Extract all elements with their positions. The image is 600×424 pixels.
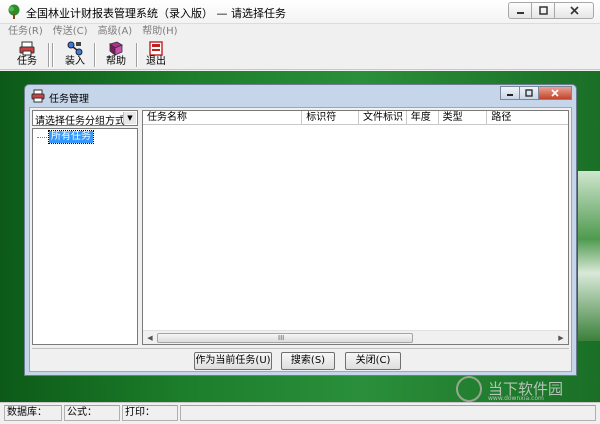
task-manager-dialog: 任务管理 请选择任务分组方式 ▼ 所有任务 任务名称 标识符 文件标识 年度 类…: [24, 84, 577, 376]
minimize-icon: [516, 12, 524, 14]
close-window-button[interactable]: [554, 2, 594, 19]
dialog-body: 请选择任务分组方式 ▼ 所有任务 任务名称 标识符 文件标识 年度 类型 路径 …: [29, 107, 572, 372]
menu-bar: 任务(R) 传送(C) 高级(A) 帮助(H): [0, 24, 600, 40]
chevron-down-icon[interactable]: ▼: [123, 112, 136, 124]
status-bar: 数据库： 公式： 打印：: [0, 402, 600, 424]
column-task-name[interactable]: 任务名称: [143, 111, 303, 125]
exit-door-icon: [149, 41, 163, 56]
watermark-logo-icon: [456, 376, 482, 402]
dialog-restore-button[interactable]: [519, 86, 539, 100]
dialog-button-bar: 作为当前任务(U) 搜索(S) 关闭(C): [32, 348, 569, 370]
task-tool-button[interactable]: 任务: [10, 41, 44, 69]
dialog-titlebar[interactable]: 任务管理: [25, 85, 576, 107]
tree-connector: [37, 136, 47, 138]
close-icon: [551, 89, 559, 97]
maximize-button[interactable]: [531, 2, 555, 19]
scroll-right-icon[interactable]: ▶: [555, 332, 567, 344]
search-button[interactable]: 搜索(S): [281, 352, 335, 370]
column-type[interactable]: 类型: [439, 111, 488, 125]
column-file-id[interactable]: 文件标识: [359, 111, 407, 125]
load-tool-label: 装入: [65, 56, 85, 67]
close-icon: [569, 6, 579, 15]
watermark-url: www.downxia.com: [488, 395, 544, 402]
dialog-window-controls: [500, 86, 572, 100]
exit-tool-label: 退出: [146, 56, 166, 67]
menu-help[interactable]: 帮助(H): [142, 24, 177, 40]
printer-icon: [31, 89, 45, 103]
window-title: 全国林业计财报表管理系统（录入版） — 请选择任务: [26, 7, 286, 20]
forest-photo-strip: [578, 171, 600, 341]
tree-icon: [8, 4, 20, 19]
scroll-thumb[interactable]: III: [157, 333, 413, 343]
help-tool-button[interactable]: 帮助: [99, 41, 133, 69]
connect-icon: [67, 41, 83, 56]
dialog-close-button[interactable]: [538, 86, 572, 100]
toolbar: 任务 装入 帮助 退出: [0, 40, 600, 70]
menu-transfer[interactable]: 传送(C): [53, 24, 88, 40]
window-controls: [508, 2, 594, 19]
help-tool-label: 帮助: [106, 56, 126, 67]
load-tool-button[interactable]: 装入: [58, 41, 92, 69]
set-current-task-button[interactable]: 作为当前任务(U): [194, 352, 272, 370]
watermark: 当下软件园 www.downxia.com: [456, 376, 596, 402]
restore-icon: [525, 89, 533, 97]
scroll-grip: III: [278, 334, 285, 342]
tree-node-all-tasks[interactable]: 所有任务: [37, 130, 94, 144]
horizontal-scrollbar[interactable]: ◀ III ▶: [143, 330, 568, 344]
group-mode-select[interactable]: 请选择任务分组方式 ▼: [32, 110, 138, 127]
dialog-title: 任务管理: [49, 94, 89, 105]
task-tool-label: 任务: [17, 56, 37, 67]
task-group-tree[interactable]: 所有任务: [32, 128, 138, 345]
status-print: 打印：: [122, 405, 178, 421]
toolbar-separator: [52, 43, 54, 67]
menu-task[interactable]: 任务(R): [8, 24, 43, 40]
exit-tool-button[interactable]: 退出: [139, 41, 173, 69]
toolbar-separator: [136, 43, 138, 67]
column-identifier[interactable]: 标识符: [302, 111, 359, 125]
toolbar-separator: [94, 43, 96, 67]
status-formula: 公式：: [64, 405, 120, 421]
scroll-left-icon[interactable]: ◀: [144, 332, 156, 344]
maximize-icon: [538, 6, 548, 15]
toolbar-separator: [48, 43, 50, 67]
task-list-header: 任务名称 标识符 文件标识 年度 类型 路径: [143, 111, 568, 125]
minimize-icon: [507, 94, 513, 96]
dialog-minimize-button[interactable]: [500, 86, 520, 100]
minimize-button[interactable]: [508, 2, 532, 19]
printer-icon: [19, 41, 35, 56]
help-book-icon: [109, 41, 123, 56]
group-mode-value: 请选择任务分组方式: [35, 116, 125, 127]
app-titlebar: 全国林业计财报表管理系统（录入版） — 请选择任务: [0, 0, 600, 24]
menu-advanced[interactable]: 高级(A): [98, 24, 133, 40]
task-list[interactable]: 任务名称 标识符 文件标识 年度 类型 路径 ◀ III ▶: [142, 110, 569, 345]
status-empty-cell: [180, 405, 596, 421]
close-button[interactable]: 关闭(C): [345, 352, 401, 370]
tree-node-label: 所有任务: [48, 130, 94, 144]
column-path[interactable]: 路径: [487, 111, 568, 125]
column-year[interactable]: 年度: [407, 111, 439, 125]
status-database: 数据库：: [4, 405, 62, 421]
